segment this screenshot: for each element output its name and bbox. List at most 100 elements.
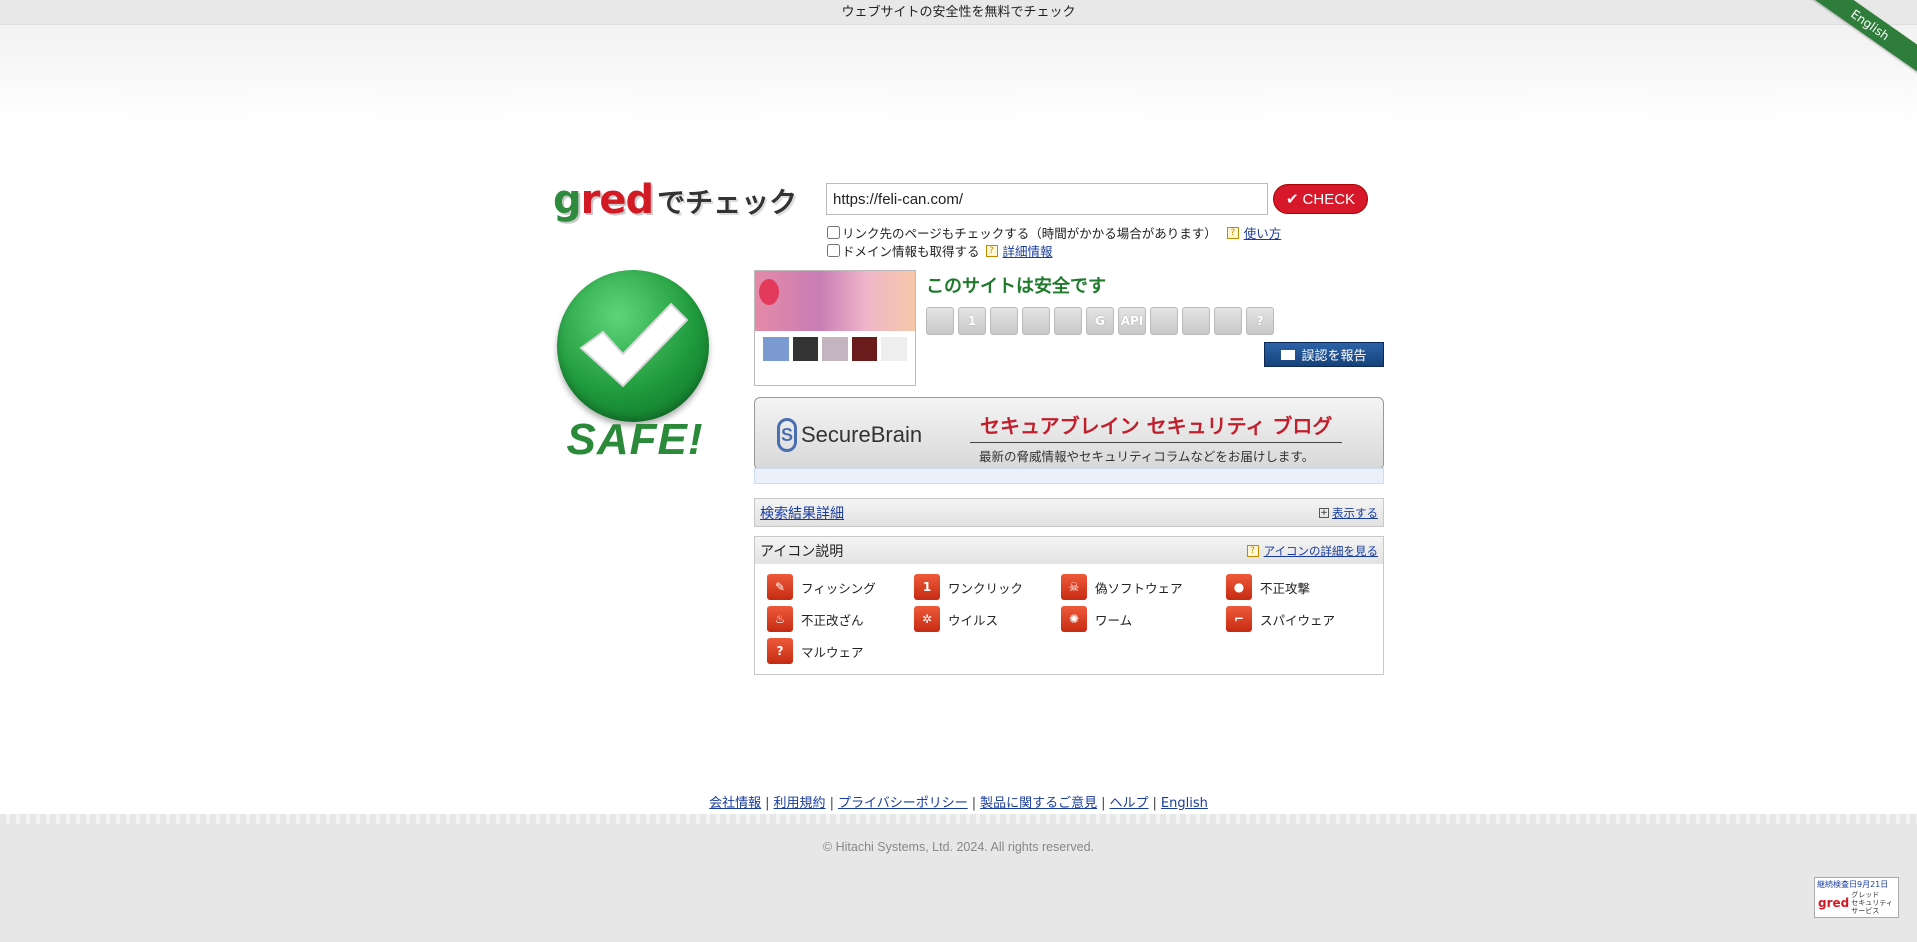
footer-background [0,814,1917,942]
icon-detail-link[interactable]: アイコンの詳細を見る [1264,543,1378,559]
footer-separator: | [1152,796,1157,811]
top-banner: ウェブサイトの安全性を無料でチェック [0,0,1917,25]
banner-title: セキュアブレイン セキュリティ ブログ [970,410,1343,443]
site-thumbnail [754,270,916,386]
footer-link[interactable]: プライバシーポリシー [838,796,968,811]
legend-label: 不正攻撃 [1260,580,1311,596]
legend-item: ✎ フィッシング [767,574,914,600]
legend-item: 1 ワンクリック [914,574,1061,600]
securebrain-s-icon: S [777,418,797,452]
help-icon: ? [1246,544,1259,557]
seal-inspection-date: 継続検査日9月21日 [1817,880,1889,889]
seal-logo: gred [1818,896,1850,910]
de-check-wordmark: でチェック [657,185,798,219]
gred-logo[interactable]: gred でチェック [553,178,813,223]
mail-icon [1281,349,1296,360]
footer-separator: | [971,796,977,811]
link-check-label: リンク先のページもチェックする（時間がかかる場合があります） [842,226,1217,241]
legend-item: ✺ ワーム [1061,606,1226,632]
icon-legend-list: ✎ フィッシング 1 ワンクリック ☠ 偽ソフトウェア ● 不正攻撃 ♨ 不正改ざん ✲ ウイルス ✺ ワ… [755,564,1383,674]
legend-label: ワーム [1095,612,1133,628]
seal-name: グレッド セキュリティサービス [1851,891,1893,915]
securebrain-brand: SecureBrain [801,422,923,447]
one-click-icon: 1 [914,574,940,600]
footer-link[interactable]: 会社情報 [709,796,761,811]
footer-link[interactable]: ヘルプ [1110,796,1149,811]
legend-label: ウイルス [948,612,999,628]
legend-item: ☠ 偽ソフトウェア [1061,574,1226,600]
g-icon: G [1086,307,1114,335]
worm-icon: ✺ [1061,606,1087,632]
spyware-icon: ⌐ [1226,606,1252,632]
tamper-icon: ♨ [767,606,793,632]
footer-link[interactable]: English [1161,796,1208,811]
link-check-checkbox[interactable] [827,226,840,239]
search-details-panel: 検索結果詳細 + 表示する [754,498,1384,527]
footer-separator: | [829,796,834,811]
safety-message: このサイトは安全です [926,276,1106,297]
check-button-label: CHECK [1302,190,1356,208]
check-button[interactable]: ✔ CHECK [1273,184,1368,214]
legend-label: フィッシング [801,580,876,596]
threat-status-icons: 1 G API? [926,307,1274,335]
domain-info-checkbox[interactable] [827,244,840,257]
virus-icon [1150,307,1178,335]
help-icon: ? [985,244,998,257]
fake-software-icon [990,307,1018,335]
icon-legend-panel: アイコン説明 ? アイコンの詳細を見る ✎ フィッシング 1 ワンクリック ☠ 偽ソフトウ… [754,536,1384,675]
legend-item: ? マルウェア [767,638,914,664]
api-icon: API [1118,307,1146,335]
malware-icon: ? [767,638,793,664]
footer-link[interactable]: 利用規約 [774,796,826,811]
legend-label: 偽ソフトウェア [1095,580,1183,596]
usage-link[interactable]: 使い方 [1244,223,1282,242]
phishing-icon: ✎ [767,574,793,600]
footer-links: 会社情報 | 利用規約 | プライバシーポリシー | 製品に関するご意見 | ヘルプ | Engli… [0,792,1917,811]
header-fade [0,25,1917,125]
footer-separator: | [765,796,770,811]
icon-legend-header: アイコン説明 ? アイコンの詳細を見る [755,537,1383,564]
link-check-option: リンク先のページもチェックする（時間がかかる場合があります） ? 使い方 [827,223,1281,242]
legend-item: ♨ 不正改ざん [767,606,914,632]
phishing-icon [926,307,954,335]
tamper-icon [1054,307,1082,335]
domain-info-label: ドメイン情報も取得する [842,244,980,259]
report-label: 誤認を報告 [1301,349,1367,364]
search-details-header: 検索結果詳細 + 表示する [755,499,1383,526]
legend-item: ⌐ スパイウェア [1226,606,1373,632]
fake-software-icon: ☠ [1061,574,1087,600]
legend-label: スパイウェア [1260,612,1336,628]
securebrain-blog-banner[interactable]: S SecureBrain セキュアブレイン セキュリティ ブログ 最新の脅威情… [754,397,1384,470]
url-input[interactable] [826,183,1268,215]
show-link[interactable]: 表示する [1332,505,1378,521]
tagline: ウェブサイトの安全性を無料でチェック [841,5,1076,20]
copyright: © Hitachi Systems, Ltd. 2024. All rights… [822,840,1095,854]
banner-shadow-strip [754,468,1384,484]
legend-label: マルウェア [801,644,864,660]
safe-checkmark-icon [557,270,709,422]
virus-icon: ✲ [914,606,940,632]
gred-security-seal[interactable]: 継続検査日9月21日 gred グレッド セキュリティサービス [1814,877,1899,918]
footer-link[interactable]: 製品に関するご意見 [980,796,1097,811]
help-icon: ? [1226,226,1239,239]
gred-wordmark: gred [553,177,654,223]
legend-label: ワンクリック [948,580,1024,596]
report-misjudgment-button[interactable]: 誤認を報告 [1264,342,1384,367]
attack-icon [1022,307,1050,335]
one-click-icon: 1 [958,307,986,335]
malware-icon: ? [1246,307,1274,335]
banner-subtitle: 最新の脅威情報やセキュリティコラムなどをお届けします。 [979,449,1315,464]
domain-info-option: ドメイン情報も取得する ? 詳細情報 [827,241,1053,260]
checkmark-icon: ✔ [1285,191,1299,208]
detail-info-link[interactable]: 詳細情報 [1003,241,1053,260]
spyware-icon [1214,307,1242,335]
search-details-title[interactable]: 検索結果詳細 [760,503,844,523]
safe-label: SAFE! [566,415,704,464]
securebrain-logo: S SecureBrain [777,418,922,452]
show-toggle[interactable]: + 表示する [1319,505,1378,521]
legend-item: ✲ ウイルス [914,606,1061,632]
legend-label: 不正改ざん [801,612,864,628]
legend-item: ● 不正攻撃 [1226,574,1373,600]
icon-legend-title: アイコン説明 [760,543,844,560]
expand-icon: + [1319,507,1329,518]
